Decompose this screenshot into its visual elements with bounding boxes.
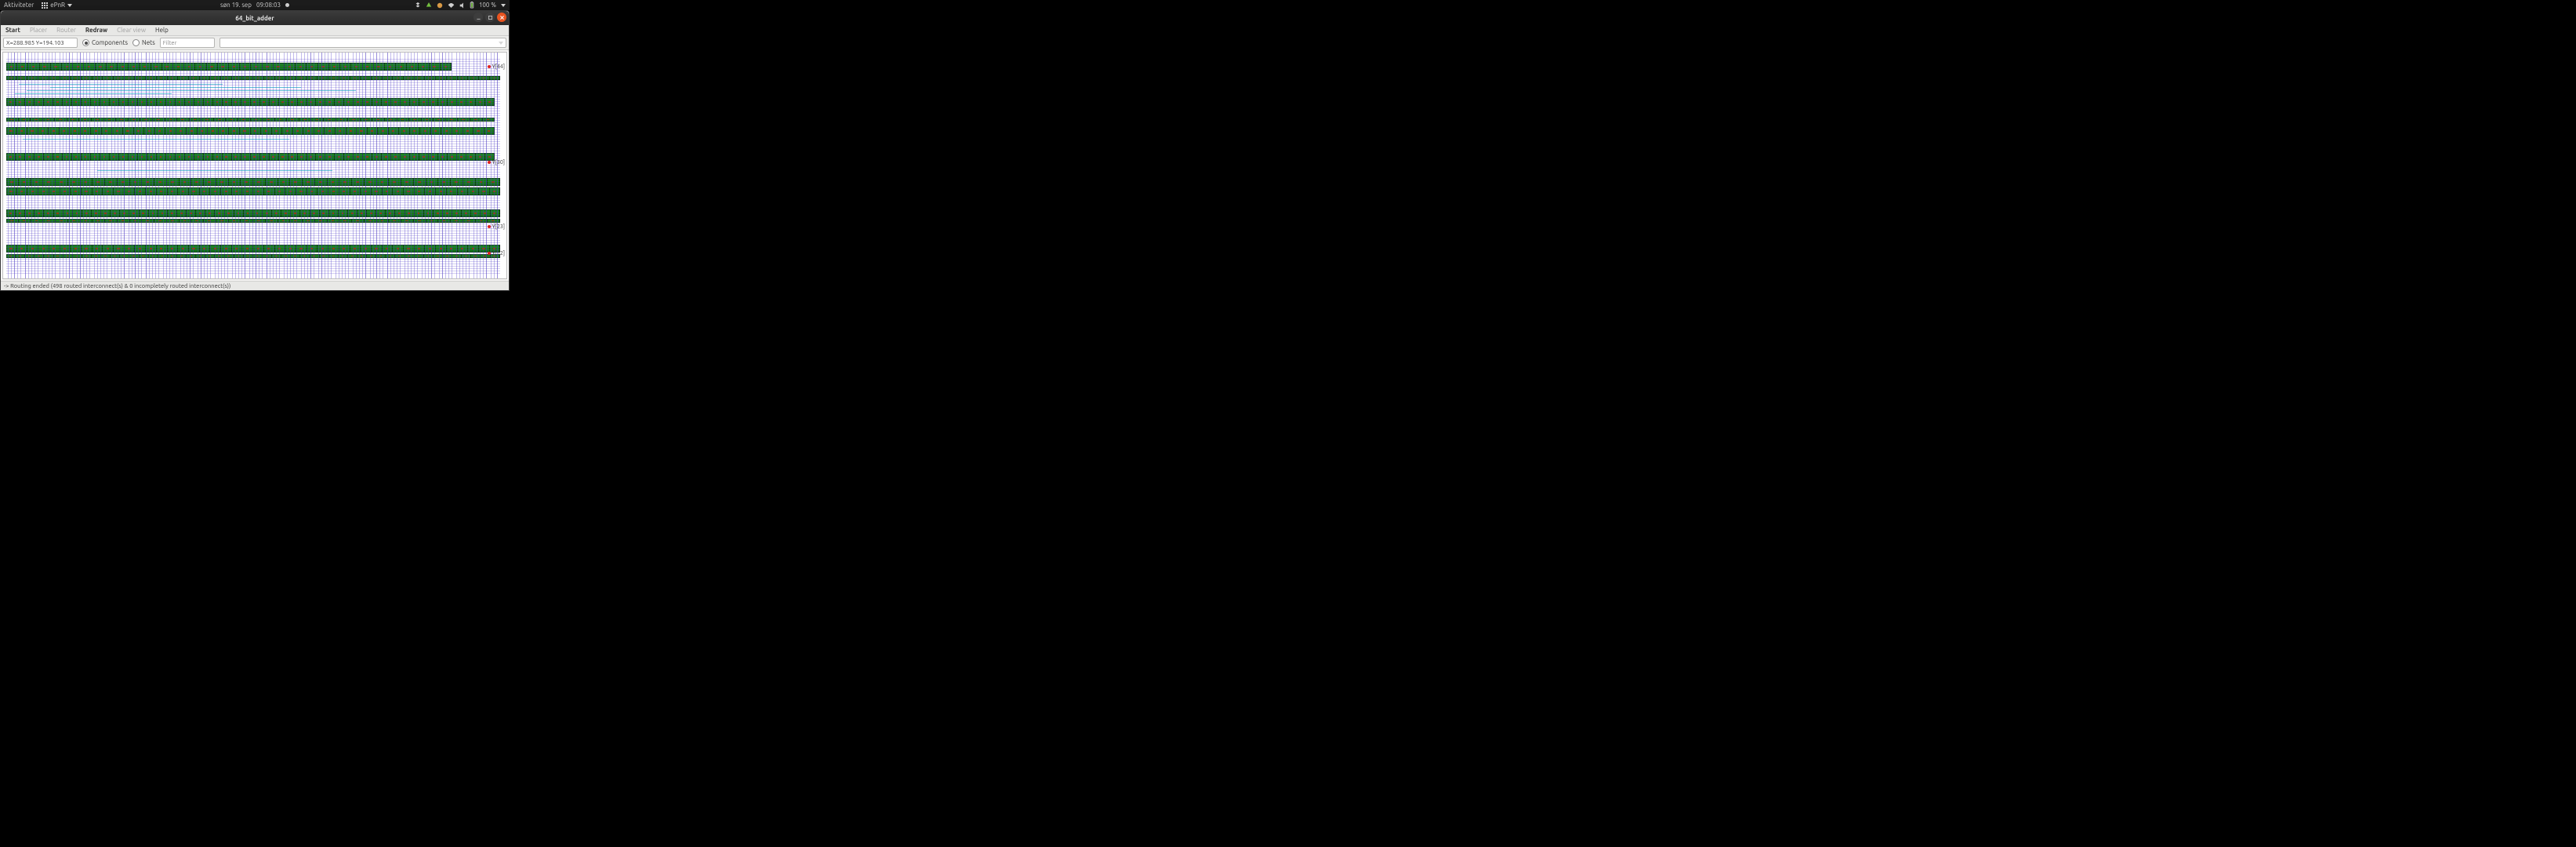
activities-button[interactable]: Aktiviteter [4, 0, 34, 10]
toolbar: X=288.985 Y=194.103 Components Nets Filt… [1, 36, 509, 50]
window-close-button[interactable] [497, 13, 506, 22]
clock-time: 09:08:03 [256, 0, 281, 10]
radio-icon [132, 39, 140, 46]
window-titlebar[interactable]: 64_bit_adder [1, 11, 509, 25]
notification-dot-icon [285, 3, 289, 7]
chevron-down-icon [67, 4, 72, 7]
filter-input[interactable]: Filter [160, 38, 215, 48]
filter-placeholder: Filter [163, 40, 177, 46]
cell-row [6, 245, 500, 253]
close-icon [499, 15, 505, 20]
window-title: 64_bit_adder [235, 15, 274, 22]
view-nets-label: Nets [142, 39, 155, 46]
menu-help[interactable]: Help [151, 25, 173, 35]
chevron-down-icon [499, 42, 503, 45]
status-text: -> Routing ended (498 routed interconnec… [4, 283, 230, 289]
window-maximize-button[interactable] [485, 13, 495, 22]
app-grid-icon [42, 2, 48, 9]
weather-icon[interactable] [437, 2, 443, 9]
pin-marker [488, 252, 491, 255]
minimize-icon [476, 15, 481, 20]
gnome-top-bar: Aktiviteter ePnR søn 19. sep 09:08:03 10… [0, 0, 510, 10]
battery-percent: 100 % [479, 0, 496, 10]
app-name: ePnR [50, 0, 65, 10]
menu-clearview[interactable]: Clear view [112, 25, 151, 35]
clock[interactable]: søn 19. sep 09:08:03 [220, 0, 289, 10]
cell-row [6, 219, 500, 223]
pin-label: Y[12] [492, 250, 505, 256]
pin-marker [488, 225, 491, 228]
radio-icon [82, 39, 89, 46]
menu-router[interactable]: Router [52, 25, 81, 35]
menu-redraw[interactable]: Redraw [81, 25, 112, 35]
cell-row [6, 118, 495, 122]
dropbox-icon[interactable] [415, 2, 421, 9]
pin-label: Y[44] [492, 64, 505, 70]
pin-marker [488, 161, 491, 164]
cell-row [6, 127, 495, 135]
view-nets-radio[interactable]: Nets [132, 39, 155, 46]
cell-row [6, 76, 500, 80]
clock-date: søn 19. sep [220, 0, 252, 10]
view-components-label: Components [92, 39, 128, 46]
menu-start[interactable]: Start [1, 25, 25, 35]
pin-label: Y[30] [492, 159, 505, 165]
pin-marker [488, 65, 491, 68]
cell-row [6, 63, 452, 71]
battery-icon[interactable] [470, 2, 474, 9]
pin-label: Y[23] [492, 224, 505, 230]
cell-row [6, 254, 500, 258]
view-components-radio[interactable]: Components [82, 39, 128, 46]
menu-placer[interactable]: Placer [25, 25, 52, 35]
app-window: 64_bit_adder Start Placer Router Redraw … [0, 10, 510, 291]
cell-row [6, 209, 500, 217]
layout-canvas[interactable]: Y[44] Y[30] Y[23] Y[12] [2, 52, 507, 279]
coordinate-readout: X=288.985 Y=194.103 [3, 38, 78, 48]
sync-icon[interactable] [426, 2, 432, 9]
menu-bar: Start Placer Router Redraw Clear view He… [1, 25, 509, 36]
app-indicator[interactable]: ePnR [42, 0, 72, 10]
cell-row [6, 153, 495, 161]
window-minimize-button[interactable] [473, 13, 483, 22]
maximize-icon [488, 15, 493, 20]
cell-row [6, 178, 500, 186]
status-bar: -> Routing ended (498 routed interconnec… [1, 281, 509, 290]
chevron-down-icon [501, 4, 506, 7]
system-tray[interactable]: 100 % [415, 0, 506, 10]
selection-dropdown[interactable] [220, 38, 506, 48]
volume-icon[interactable] [459, 2, 465, 9]
cell-row [6, 187, 500, 195]
wifi-icon[interactable] [448, 2, 455, 9]
canvas-container: Y[44] Y[30] Y[23] Y[12] [1, 52, 509, 279]
cell-row [6, 98, 495, 106]
